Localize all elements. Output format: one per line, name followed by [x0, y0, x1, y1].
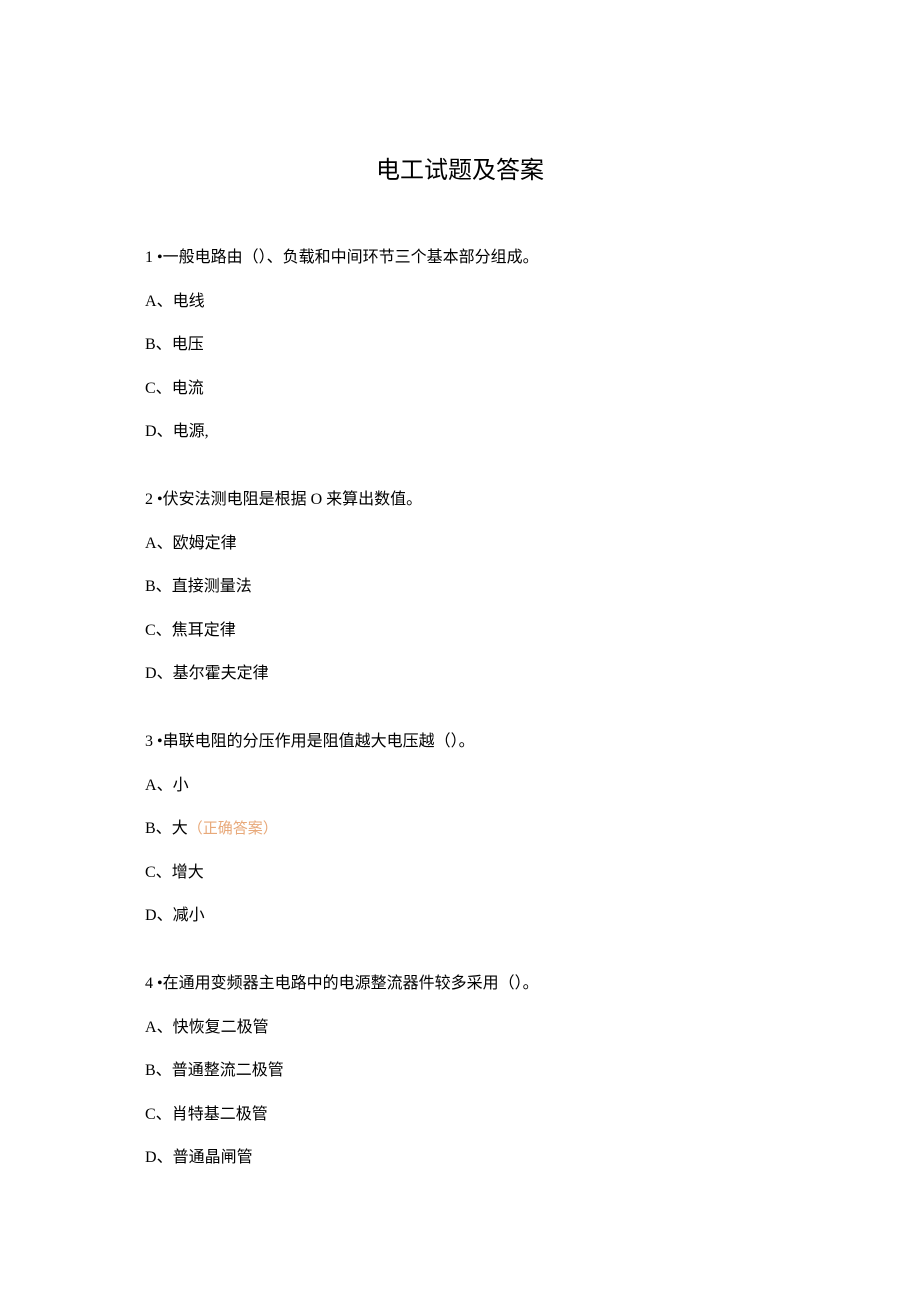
option-letter: C: [145, 1106, 156, 1123]
option-text: 大: [172, 820, 188, 837]
option-text: 电源,: [173, 423, 209, 440]
question-number: 1: [145, 249, 153, 266]
option-text: 肖特基二极管: [172, 1106, 268, 1123]
option-letter: D: [145, 423, 157, 440]
option: A、小: [145, 773, 775, 799]
option-text: 欧姆定律: [173, 535, 237, 552]
option-separator: 、: [157, 1019, 173, 1036]
option-text: 电压: [172, 336, 204, 353]
option-separator: 、: [157, 907, 173, 924]
question-text: 4 •在通用变频器主电路中的电源整流器件较多采用（）。: [145, 971, 775, 997]
question-number: 4: [145, 975, 153, 992]
option-letter: B: [145, 578, 156, 595]
question-text: 2 •伏安法测电阻是根据 O 来算出数值。: [145, 487, 775, 513]
question-stem: 伏安法测电阻是根据 O 来算出数值。: [163, 491, 423, 508]
option: D、电源,: [145, 419, 775, 445]
option-separator: 、: [157, 535, 173, 552]
option: D、减小: [145, 903, 775, 929]
option-separator: 、: [156, 1106, 172, 1123]
question-number: 2: [145, 491, 153, 508]
question-block: 2 •伏安法测电阻是根据 O 来算出数值。A、欧姆定律B、直接测量法C、焦耳定律…: [145, 487, 775, 687]
question-stem: 一般电路由（）、负载和中间环节三个基本部分组成。: [163, 249, 539, 266]
questions-container: 1 •一般电路由（）、负载和中间环节三个基本部分组成。A、电线B、电压C、电流D…: [145, 245, 775, 1171]
option-separator: 、: [156, 1062, 172, 1079]
option: A、快恢复二极管: [145, 1015, 775, 1041]
option-letter: D: [145, 665, 157, 682]
option-letter: B: [145, 1062, 156, 1079]
option-letter: D: [145, 1149, 157, 1166]
option-text: 快恢复二极管: [173, 1019, 269, 1036]
page-title: 电工试题及答案: [145, 150, 775, 185]
option: B、大（正确答案）: [145, 816, 775, 842]
option-separator: 、: [156, 578, 172, 595]
option-separator: 、: [156, 820, 172, 837]
option-letter: C: [145, 864, 156, 881]
option: D、基尔霍夫定律: [145, 661, 775, 687]
option: B、普通整流二极管: [145, 1058, 775, 1084]
question-stem: 在通用变频器主电路中的电源整流器件较多采用（）。: [163, 975, 539, 992]
option: B、电压: [145, 332, 775, 358]
option-text: 普通晶闸管: [173, 1149, 253, 1166]
option-letter: A: [145, 535, 157, 552]
question-block: 1 •一般电路由（）、负载和中间环节三个基本部分组成。A、电线B、电压C、电流D…: [145, 245, 775, 445]
option: C、增大: [145, 860, 775, 886]
option-letter: B: [145, 336, 156, 353]
option-separator: 、: [157, 1149, 173, 1166]
option-letter: D: [145, 907, 157, 924]
option: C、电流: [145, 376, 775, 402]
correct-answer-label: （正确答案）: [188, 821, 278, 837]
option-letter: C: [145, 380, 156, 397]
option-text: 直接测量法: [172, 578, 252, 595]
option: C、焦耳定律: [145, 618, 775, 644]
option-letter: C: [145, 622, 156, 639]
option-text: 普通整流二极管: [172, 1062, 284, 1079]
option-letter: B: [145, 820, 156, 837]
question-stem: 串联电阻的分压作用是阻值越大电压越（）。: [163, 733, 475, 750]
option-separator: 、: [156, 864, 172, 881]
option: D、普通晶闸管: [145, 1145, 775, 1171]
option-separator: 、: [156, 622, 172, 639]
option: C、肖特基二极管: [145, 1102, 775, 1128]
option-text: 基尔霍夫定律: [173, 665, 269, 682]
option-text: 减小: [173, 907, 205, 924]
option-separator: 、: [157, 665, 173, 682]
question-block: 3 •串联电阻的分压作用是阻值越大电压越（）。A、小B、大（正确答案）C、增大D…: [145, 729, 775, 929]
option-letter: A: [145, 777, 157, 794]
option-letter: A: [145, 293, 157, 310]
option-separator: 、: [156, 380, 172, 397]
option-separator: 、: [157, 293, 173, 310]
question-text: 1 •一般电路由（）、负载和中间环节三个基本部分组成。: [145, 245, 775, 271]
question-text: 3 •串联电阻的分压作用是阻值越大电压越（）。: [145, 729, 775, 755]
option: A、电线: [145, 289, 775, 315]
option-text: 电流: [172, 380, 204, 397]
option-separator: 、: [157, 777, 173, 794]
option: B、直接测量法: [145, 574, 775, 600]
option-text: 焦耳定律: [172, 622, 236, 639]
question-block: 4 •在通用变频器主电路中的电源整流器件较多采用（）。A、快恢复二极管B、普通整…: [145, 971, 775, 1171]
option: A、欧姆定律: [145, 531, 775, 557]
option-text: 小: [173, 777, 189, 794]
option-separator: 、: [156, 336, 172, 353]
option-text: 电线: [173, 293, 205, 310]
option-separator: 、: [157, 423, 173, 440]
option-text: 增大: [172, 864, 204, 881]
option-letter: A: [145, 1019, 157, 1036]
question-number: 3: [145, 733, 153, 750]
